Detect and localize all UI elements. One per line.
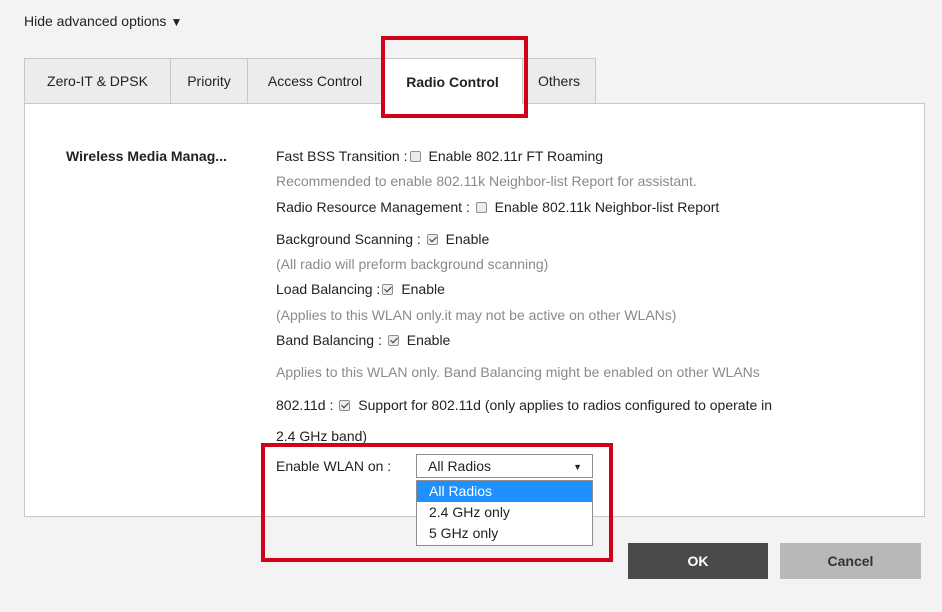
load-bal-checkbox[interactable] xyxy=(382,284,394,295)
tab-label: Others xyxy=(537,73,580,89)
tab-others[interactable]: Others xyxy=(522,58,596,104)
d80211-option: Support for 802.11d (only applies to rad… xyxy=(358,397,773,413)
band-bal-note: Applies to this WLAN only. Band Balancin… xyxy=(276,364,760,380)
band-bal-option: Enable xyxy=(406,332,451,348)
load-bal-label: Load Balancing : xyxy=(276,281,381,297)
band-bal-label: Band Balancing : xyxy=(276,332,382,348)
triangle-down-icon: ▼ xyxy=(170,15,183,29)
tab-radio-control[interactable]: Radio Control xyxy=(382,58,523,105)
bg-scan-note: (All radio will preform background scann… xyxy=(276,256,549,272)
tab-label: Zero-IT & DPSK xyxy=(47,73,148,89)
option-all-radios[interactable]: All Radios xyxy=(417,481,592,502)
fast-bss-note: Recommended to enable 802.11k Neighbor-l… xyxy=(276,173,697,189)
rrm-option: Enable 802.11k Neighbor-list Report xyxy=(494,199,720,215)
fast-bss-option: Enable 802.11r FT Roaming xyxy=(428,148,604,164)
tab-label: Radio Control xyxy=(406,73,499,90)
tab-label: Access Control xyxy=(267,73,363,89)
tab-access-control[interactable]: Access Control xyxy=(247,58,383,104)
tab-zero-it-dpsk[interactable]: Zero-IT & DPSK xyxy=(24,58,171,104)
d80211-continuation: 2.4 GHz band) xyxy=(276,428,368,444)
tab-priority[interactable]: Priority xyxy=(170,58,248,104)
d80211-row: 802.11d : Support for 802.11d (only appl… xyxy=(276,397,772,413)
bg-scan-label: Background Scanning : xyxy=(276,231,421,247)
section-label-wireless-media: Wireless Media Manag... xyxy=(66,148,227,164)
fast-bss-label: Fast BSS Transition : xyxy=(276,148,408,164)
ok-button[interactable]: OK xyxy=(628,543,768,579)
enable-wlan-label: Enable WLAN on : xyxy=(276,458,392,474)
rrm-label: Radio Resource Management : xyxy=(276,199,470,215)
d80211-label: 802.11d : xyxy=(276,397,334,413)
load-bal-row: Load Balancing : Enable xyxy=(276,281,445,297)
d80211-checkbox[interactable] xyxy=(339,400,351,411)
fast-bss-row: Fast BSS Transition : Enable 802.11r FT R… xyxy=(276,148,603,164)
rrm-row: Radio Resource Management : Enable 802.1… xyxy=(276,199,719,215)
option-2-4-ghz-only[interactable]: 2.4 GHz only xyxy=(417,502,592,523)
tab-label: Priority xyxy=(187,73,231,89)
hide-advanced-options-toggle[interactable]: Hide advanced options ▼ xyxy=(24,13,182,29)
rrm-checkbox[interactable] xyxy=(475,202,487,213)
bg-scan-checkbox[interactable] xyxy=(426,234,438,245)
band-bal-checkbox[interactable] xyxy=(387,335,399,346)
load-bal-note: (Applies to this WLAN only.it may not be… xyxy=(276,307,677,323)
bg-scan-option: Enable xyxy=(445,231,490,247)
fast-bss-checkbox[interactable] xyxy=(409,151,421,162)
enable-wlan-select[interactable]: All Radios ▼ xyxy=(416,454,593,478)
dropdown-arrow-icon: ▼ xyxy=(573,462,582,472)
enable-wlan-options: All Radios 2.4 GHz only 5 GHz only xyxy=(416,480,593,546)
toggle-label: Hide advanced options xyxy=(24,13,167,29)
band-bal-row: Band Balancing : Enable xyxy=(276,332,450,348)
cancel-button[interactable]: Cancel xyxy=(780,543,921,579)
enable-wlan-selected-value: All Radios xyxy=(428,458,492,474)
load-bal-option: Enable xyxy=(401,281,445,297)
option-5-ghz-only[interactable]: 5 GHz only xyxy=(417,523,592,544)
bg-scan-row: Background Scanning : Enable xyxy=(276,231,489,247)
